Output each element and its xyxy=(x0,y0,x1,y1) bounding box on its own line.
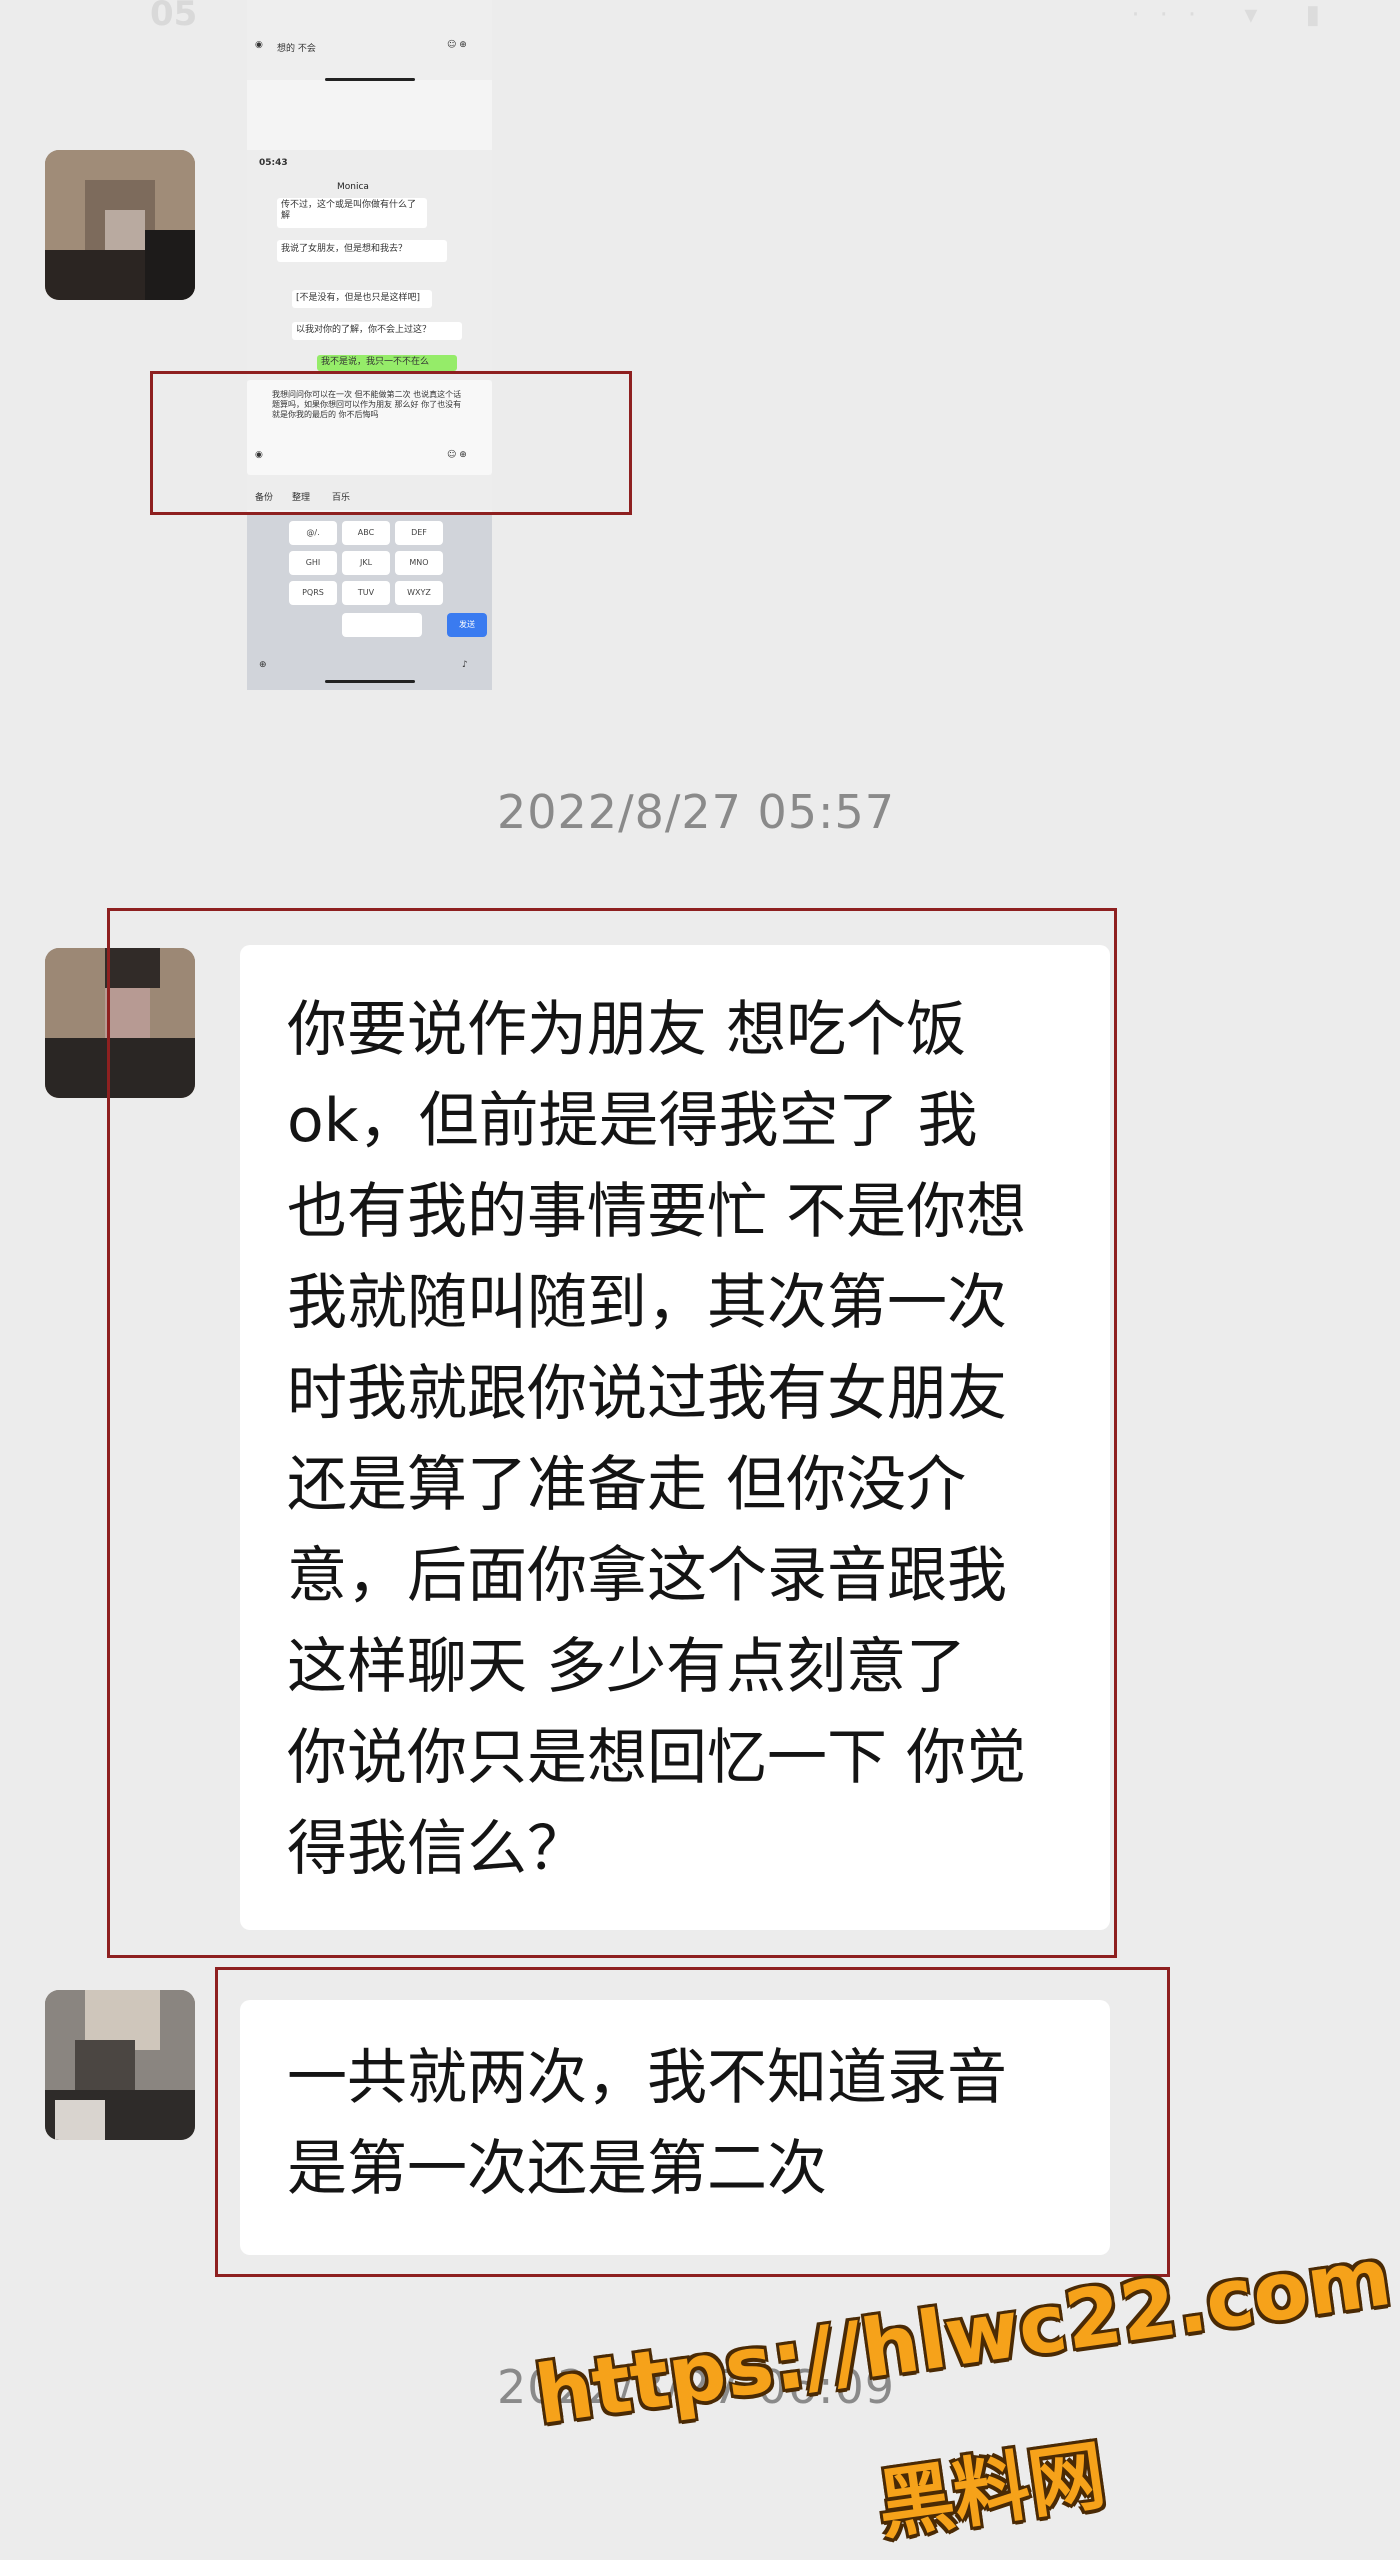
highlight-box xyxy=(150,371,632,515)
key: GHI xyxy=(289,551,337,575)
shot-message: 我说了女朋友，但是想和我去？ xyxy=(281,244,408,254)
status-time: 05 xyxy=(150,0,198,34)
key: MNO xyxy=(395,551,443,575)
key: JKL xyxy=(342,551,390,575)
key: DEF xyxy=(395,521,443,545)
highlight-box xyxy=(107,908,1117,1958)
globe-icon: ⊕ xyxy=(259,660,267,670)
key: PQRS xyxy=(289,581,337,605)
shot-message: 我不是说，我只一不不在么 xyxy=(321,357,430,367)
shot-message: [不是没有，但是也只是这样吧] xyxy=(296,293,421,303)
shot-contact-name: Monica xyxy=(337,182,369,192)
voice-icon: ◉ xyxy=(255,40,263,50)
input-text: 想的 不会 xyxy=(277,44,316,54)
highlight-box xyxy=(215,1967,1170,2277)
keyboard: @/. ABC DEF GHI JKL MNO PQRS TUV WXYZ 发送… xyxy=(247,515,492,690)
shot-message: 传不过，这个或是叫你做有什么了解 xyxy=(281,200,417,221)
message-timestamp: 2022/8/27 05:57 xyxy=(497,785,896,839)
shot-message: 以我对你的了解，你不会上过这？ xyxy=(296,325,432,335)
shot-time: 05:43 xyxy=(259,158,288,168)
avatar[interactable] xyxy=(45,1990,195,2140)
status-icons: ··· ▾ ▮ xyxy=(1131,0,1340,30)
key: @/. xyxy=(289,521,337,545)
embedded-chat-screenshot: ◉ 想的 不会 ☺ ⊕ 05:43 Monica 传不过，这个或是叫你做有什么了… xyxy=(247,0,492,690)
key: TUV xyxy=(342,581,390,605)
home-indicator xyxy=(325,680,415,683)
avatar[interactable] xyxy=(45,150,195,300)
key: WXYZ xyxy=(395,581,443,605)
space-key xyxy=(342,613,422,637)
watermark-name: 黑料网 xyxy=(872,2430,1111,2550)
mic-icon: ♪ xyxy=(462,660,468,670)
emoji-icon: ☺ ⊕ xyxy=(447,40,467,50)
home-indicator xyxy=(325,78,415,81)
status-bar: 05 ··· ▾ ▮ xyxy=(0,0,1400,34)
send-key: 发送 xyxy=(447,613,487,637)
key: ABC xyxy=(342,521,390,545)
